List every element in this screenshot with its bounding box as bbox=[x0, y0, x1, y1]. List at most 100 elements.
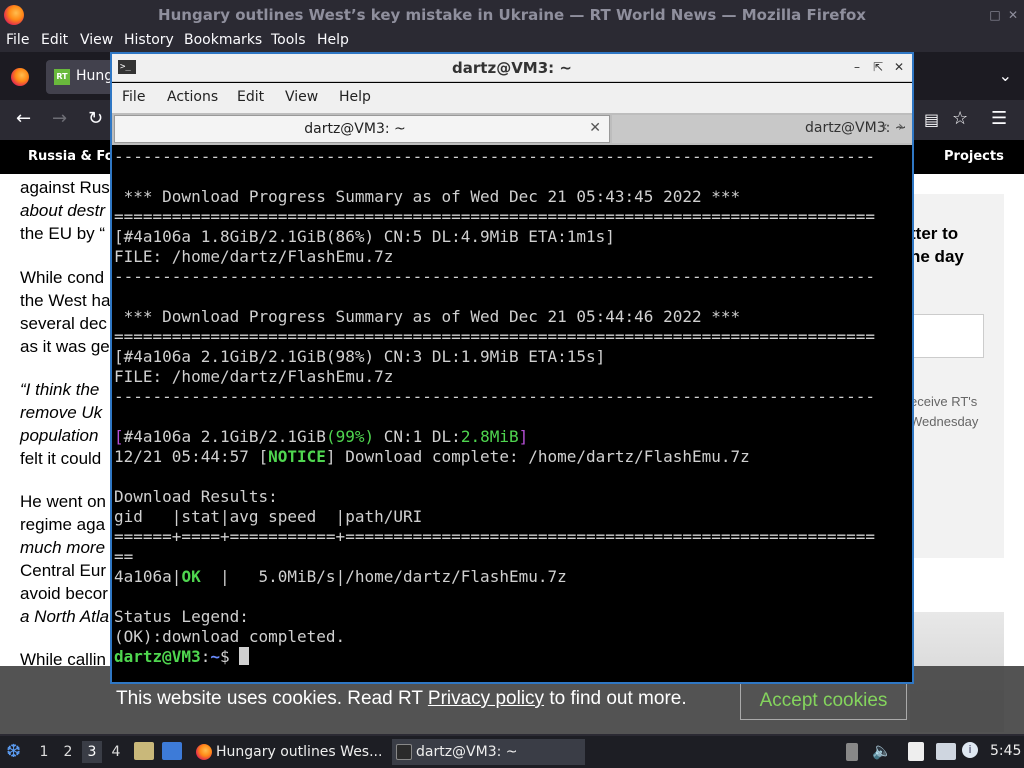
terminal-titlebar: >_ dartz@VM3: ~ – ⇱ ✕ bbox=[112, 54, 912, 82]
article-line: While cond bbox=[20, 268, 105, 287]
terminal-text: ] Download complete: /home/dartz/FlashEm… bbox=[325, 447, 750, 466]
reader-view-icon[interactable]: ▤ bbox=[924, 110, 939, 129]
terminal-tab-active[interactable]: dartz@VM3: ~ ✕ bbox=[114, 115, 610, 143]
article-line: about destr bbox=[20, 201, 106, 220]
article-line: avoid becor bbox=[20, 584, 108, 603]
workspace-1[interactable]: 1 bbox=[34, 741, 54, 763]
terminal-line: FILE: /home/dartz/FlashEmu.7z bbox=[114, 367, 394, 386]
terminal-line: ----------------------------------------… bbox=[114, 147, 875, 166]
article-line: the West ha bbox=[20, 291, 111, 310]
taskbar-firefox-button[interactable]: Hungary outlines Wes... bbox=[192, 739, 388, 765]
terminal-line: ======+====+===========+================… bbox=[114, 527, 875, 546]
terminal-text: 12/21 05:44:57 [ bbox=[114, 447, 269, 466]
article-line: remove Uk bbox=[20, 403, 103, 422]
tab-close-icon[interactable]: ✕ bbox=[589, 120, 601, 136]
terminal-menu-help[interactable]: Help bbox=[339, 89, 371, 105]
menu-tools[interactable]: Tools bbox=[271, 32, 306, 48]
sidebar-heading-line: ne day bbox=[910, 247, 964, 266]
firefox-titlebar: Hungary outlines West’s key mistake in U… bbox=[0, 0, 1024, 30]
workspace-3[interactable]: 3 bbox=[82, 741, 102, 763]
terminal-text: | 5.0MiB/s|/home/dartz/FlashEmu.7z bbox=[200, 567, 567, 586]
firefox-icon bbox=[196, 744, 212, 760]
removable-media-icon[interactable] bbox=[846, 743, 858, 761]
menu-bookmarks[interactable]: Bookmarks bbox=[184, 32, 262, 48]
clipboard-icon[interactable] bbox=[908, 742, 924, 761]
terminal-menu-actions[interactable]: Actions bbox=[167, 89, 218, 105]
article-line: as it was ge bbox=[20, 337, 110, 356]
show-desktop-icon[interactable] bbox=[162, 742, 182, 760]
workspace-2[interactable]: 2 bbox=[58, 741, 78, 763]
article-line: regime aga bbox=[20, 515, 106, 534]
terminal-text: [ bbox=[114, 427, 124, 446]
privacy-policy-link[interactable]: Privacy policy bbox=[428, 688, 544, 709]
accept-cookies-button[interactable]: Accept cookies bbox=[740, 682, 907, 720]
taskbar-terminal-button[interactable]: dartz@VM3: ~ bbox=[392, 739, 585, 765]
terminal-output[interactable]: ----------------------------------------… bbox=[114, 147, 910, 682]
notifications-icon[interactable]: i bbox=[962, 742, 978, 758]
article-line: against Rus bbox=[20, 178, 110, 197]
taskbar-firefox-label: Hungary outlines Wes... bbox=[216, 744, 383, 760]
terminal-tab-inactive[interactable]: dartz@VM3: ~ ‹ › bbox=[612, 115, 912, 143]
menu-help[interactable]: Help bbox=[317, 32, 349, 48]
terminal-text: #4a106a 2.1GiB/2.1GiB bbox=[123, 427, 326, 446]
terminal-menu-edit[interactable]: Edit bbox=[237, 89, 264, 105]
cookie-text-after: to find out more. bbox=[544, 688, 687, 709]
terminal-result-line: 4a106a|OK | 5.0MiB/s|/home/dartz/FlashEm… bbox=[114, 567, 567, 587]
hamburger-menu-icon[interactable]: ☰ bbox=[991, 108, 1007, 129]
terminal-line: == bbox=[114, 547, 134, 566]
article-line: felt it could bbox=[20, 449, 106, 468]
terminal-line: ========================================… bbox=[114, 327, 875, 346]
terminal-line: *** Download Progress Summary as of Wed … bbox=[114, 307, 741, 326]
list-all-tabs-chevron-icon[interactable]: ⌄ bbox=[999, 66, 1012, 85]
terminal-text: OK bbox=[181, 567, 201, 586]
terminal-text: ] bbox=[518, 427, 529, 446]
terminal-notice-line: 12/21 05:44:57 [NOTICE] Download complet… bbox=[114, 447, 750, 467]
prompt-user: dartz@VM3 bbox=[114, 647, 201, 666]
terminal-line: ----------------------------------------… bbox=[114, 267, 875, 286]
tab-scroll-right-icon[interactable]: › bbox=[898, 119, 904, 135]
workspace-4[interactable]: 4 bbox=[106, 741, 126, 763]
menu-file[interactable]: File bbox=[6, 32, 29, 48]
terminal-line: ========================================… bbox=[114, 207, 875, 226]
volume-icon[interactable]: 🔈 bbox=[872, 741, 892, 760]
terminal-menu-view[interactable]: View bbox=[285, 89, 318, 105]
back-arrow-icon[interactable]: ← bbox=[16, 108, 31, 129]
forward-arrow-icon[interactable]: → bbox=[52, 108, 67, 129]
article-line: He went on bbox=[20, 492, 106, 511]
menu-history[interactable]: History bbox=[124, 32, 174, 48]
minimize-icon[interactable]: – bbox=[849, 59, 865, 75]
firefox-view-icon[interactable] bbox=[11, 68, 29, 86]
rt-favicon-icon: RT bbox=[54, 69, 70, 85]
prompt-path: ~ bbox=[210, 647, 220, 666]
file-manager-icon[interactable] bbox=[134, 742, 154, 760]
maximize-icon[interactable]: ⇱ bbox=[870, 59, 886, 75]
start-menu-icon[interactable]: ❆ bbox=[6, 741, 21, 762]
tab-scroll-left-icon[interactable]: ‹ bbox=[882, 119, 888, 135]
terminal-prompt-line[interactable]: dartz@VM3:~$ bbox=[114, 647, 250, 667]
article-line: population bbox=[20, 426, 104, 445]
nav-link-projects[interactable]: Projects bbox=[944, 149, 1004, 164]
terminal-tabbar: dartz@VM3: ~ ✕ dartz@VM3: ~ ‹ › bbox=[112, 113, 912, 145]
firefox-window-title: Hungary outlines West’s key mistake in U… bbox=[158, 6, 866, 24]
bookmark-star-icon[interactable]: ☆ bbox=[952, 108, 968, 129]
browser-tab-label: Hung bbox=[76, 68, 114, 84]
terminal-menu-file[interactable]: File bbox=[122, 89, 145, 105]
clock[interactable]: 5:45 bbox=[990, 743, 1021, 759]
menu-edit[interactable]: Edit bbox=[41, 32, 68, 48]
terminal-text: 4a106a| bbox=[114, 567, 182, 586]
close-icon[interactable]: ✕ bbox=[891, 59, 907, 75]
terminal-line: [#4a106a 1.8GiB/2.1GiB(86%) CN:5 DL:4.9M… bbox=[114, 227, 615, 246]
menu-view[interactable]: View bbox=[80, 32, 113, 48]
newsletter-email-input[interactable] bbox=[904, 314, 984, 358]
network-icon[interactable] bbox=[936, 743, 956, 760]
terminal-line: (OK):download completed. bbox=[114, 627, 346, 646]
taskbar-terminal-label: dartz@VM3: ~ bbox=[416, 744, 518, 760]
close-icon[interactable]: ✕ bbox=[1004, 6, 1022, 24]
minimize-icon[interactable]: □ bbox=[986, 6, 1004, 24]
terminal-tab-label: dartz@VM3: ~ bbox=[805, 120, 907, 136]
article-line: the EU by “ bbox=[20, 224, 106, 243]
reload-icon[interactable]: ↻ bbox=[88, 108, 103, 129]
prompt-separator: : bbox=[200, 647, 211, 666]
terminal-tab-label: dartz@VM3: ~ bbox=[304, 121, 406, 137]
terminal-line: Status Legend: bbox=[114, 607, 249, 626]
